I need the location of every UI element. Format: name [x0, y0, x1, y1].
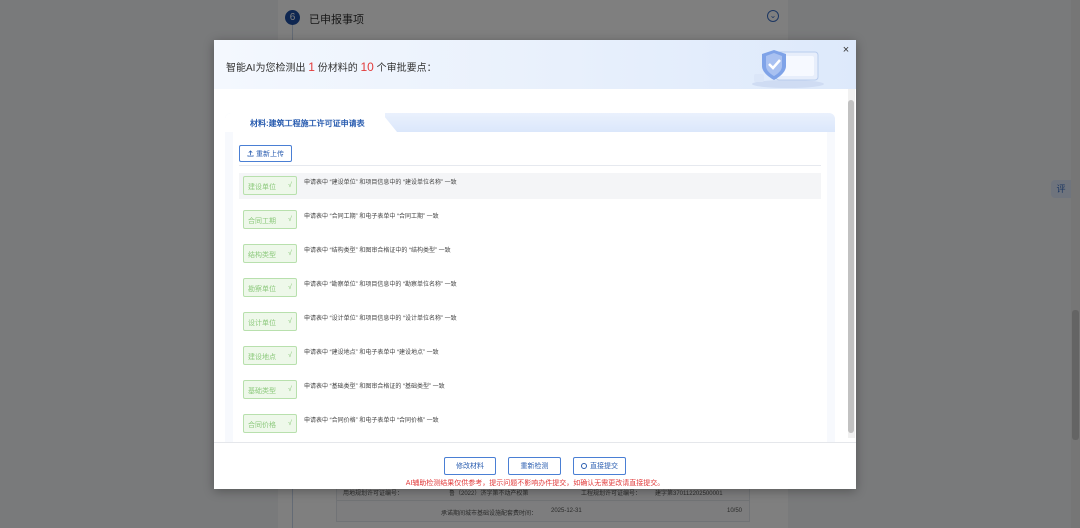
- modify-label: 修改材料: [456, 463, 484, 470]
- check-tag[interactable]: 建设地点 √: [243, 346, 297, 365]
- check-tag[interactable]: 结构类型 √: [243, 244, 297, 263]
- check-item: 设计单位 √ 申请表中 “设计单位” 和项目信息中的 “设计单位名称” 一致: [239, 309, 821, 335]
- direct-submit-button[interactable]: 直接提交: [573, 457, 626, 475]
- check-description: 申请表中 “设计单位” 和项目信息中的 “设计单位名称” 一致: [304, 316, 457, 322]
- check-description: 申请表中 “勘察单位” 和项目信息中的 “勘察单位名称” 一致: [304, 282, 457, 288]
- check-item: 合同工期 √ 申请表中 “合同工期” 和电子表单中 “合同工期” 一致: [239, 207, 821, 233]
- check-tag[interactable]: 建设单位 √: [243, 176, 297, 195]
- ai-check-modal: 智能AI为您检测出 1 份材料的 10 个审批要点： × 材料:建筑工程施工许可…: [214, 40, 856, 489]
- check-description: 申请表中 “结构类型” 和图审合格证中的 “结构类型” 一致: [304, 248, 451, 254]
- recheck-button[interactable]: 重新检测: [508, 457, 561, 475]
- modal-title: 智能AI为您检测出 1 份材料的 10 个审批要点：: [226, 59, 437, 74]
- check-description: 申请表中 “建设单位” 和项目信息中的 “建设单位名称” 一致: [304, 180, 457, 186]
- check-mark-icon: √: [288, 318, 292, 325]
- close-icon[interactable]: ×: [840, 44, 852, 56]
- check-tag[interactable]: 勘察单位 √: [243, 278, 297, 297]
- reupload-button[interactable]: 重新上传: [239, 145, 292, 162]
- recheck-label: 重新检测: [520, 463, 549, 470]
- check-description: 申请表中 “建设地点” 和电子表单中 “建设地点” 一致: [304, 350, 439, 356]
- check-item: 勘察单位 √ 申请表中 “勘察单位” 和项目信息中的 “勘察单位名称” 一致: [239, 275, 821, 301]
- title-prefix: 智能AI为您检测出: [226, 63, 309, 74]
- check-item: 合同价格 √ 申请表中 “合同价格” 和电子表单中 “合同价格” 一致: [239, 411, 821, 437]
- title-middle: 份材料的: [314, 63, 361, 74]
- security-shield-illustration: [752, 50, 824, 88]
- material-label: 材料:建筑工程施工许可证申请表: [250, 119, 365, 128]
- divider: [239, 165, 821, 166]
- check-description: 申请表中 “合同工期” 和电子表单中 “合同工期” 一致: [304, 214, 439, 220]
- check-mark-icon: √: [288, 182, 292, 189]
- check-tag[interactable]: 合同价格 √: [243, 414, 297, 433]
- check-mark-icon: √: [288, 386, 292, 393]
- check-tag[interactable]: 合同工期 √: [243, 210, 297, 229]
- check-description: 申请表中 “基础类型” 和图审合格证的 “基础类型” 一致: [304, 384, 445, 390]
- modify-material-button[interactable]: 修改材料: [444, 457, 496, 475]
- check-item: 结构类型 √ 申请表中 “结构类型” 和图审合格证中的 “结构类型” 一致: [239, 241, 821, 267]
- check-mark-icon: √: [288, 284, 292, 291]
- check-tag[interactable]: 基础类型 √: [243, 380, 297, 399]
- footer-note: AI辅助检测结果仅供参考，提示问题不影响办件提交，如确认无需更改请直接提交。: [405, 480, 665, 487]
- check-item: 建设单位 √ 申请表中 “建设单位” 和项目信息中的 “建设单位名称” 一致: [239, 173, 821, 199]
- title-suffix: 个审批要点：: [373, 63, 437, 74]
- check-mark-icon: √: [288, 216, 292, 223]
- modal-body: 材料:建筑工程施工许可证申请表 重新上传 建设单位 √ 申请表中 “建设单位” 和…: [214, 89, 856, 442]
- point-count: 10: [360, 60, 374, 74]
- modal-header: 智能AI为您检测出 1 份材料的 10 个审批要点： ×: [214, 40, 856, 89]
- material-count: 1: [308, 60, 315, 74]
- check-item: 建设地点 √ 申请表中 “建设地点” 和电子表单中 “建设地点” 一致: [239, 343, 821, 369]
- check-tag[interactable]: 设计单位 √: [243, 312, 297, 331]
- check-mark-icon: √: [288, 352, 292, 359]
- check-mark-icon: √: [288, 420, 292, 427]
- check-mark-icon: √: [288, 250, 292, 257]
- submit-label: 直接提交: [590, 463, 618, 470]
- modal-scrollbar-thumb[interactable]: [848, 100, 854, 433]
- check-item: 基础类型 √ 申请表中 “基础类型” 和图审合格证的 “基础类型” 一致: [239, 377, 821, 403]
- check-description: 申请表中 “合同价格” 和电子表单中 “合同价格” 一致: [304, 418, 439, 424]
- upload-icon: [247, 150, 254, 157]
- modal-footer: 修改材料 重新检测 直接提交 AI辅助检测结果仅供参考，提示问题不影响办件提交，…: [214, 442, 856, 489]
- reupload-label: 重新上传: [256, 150, 284, 158]
- circle-icon: [581, 463, 587, 469]
